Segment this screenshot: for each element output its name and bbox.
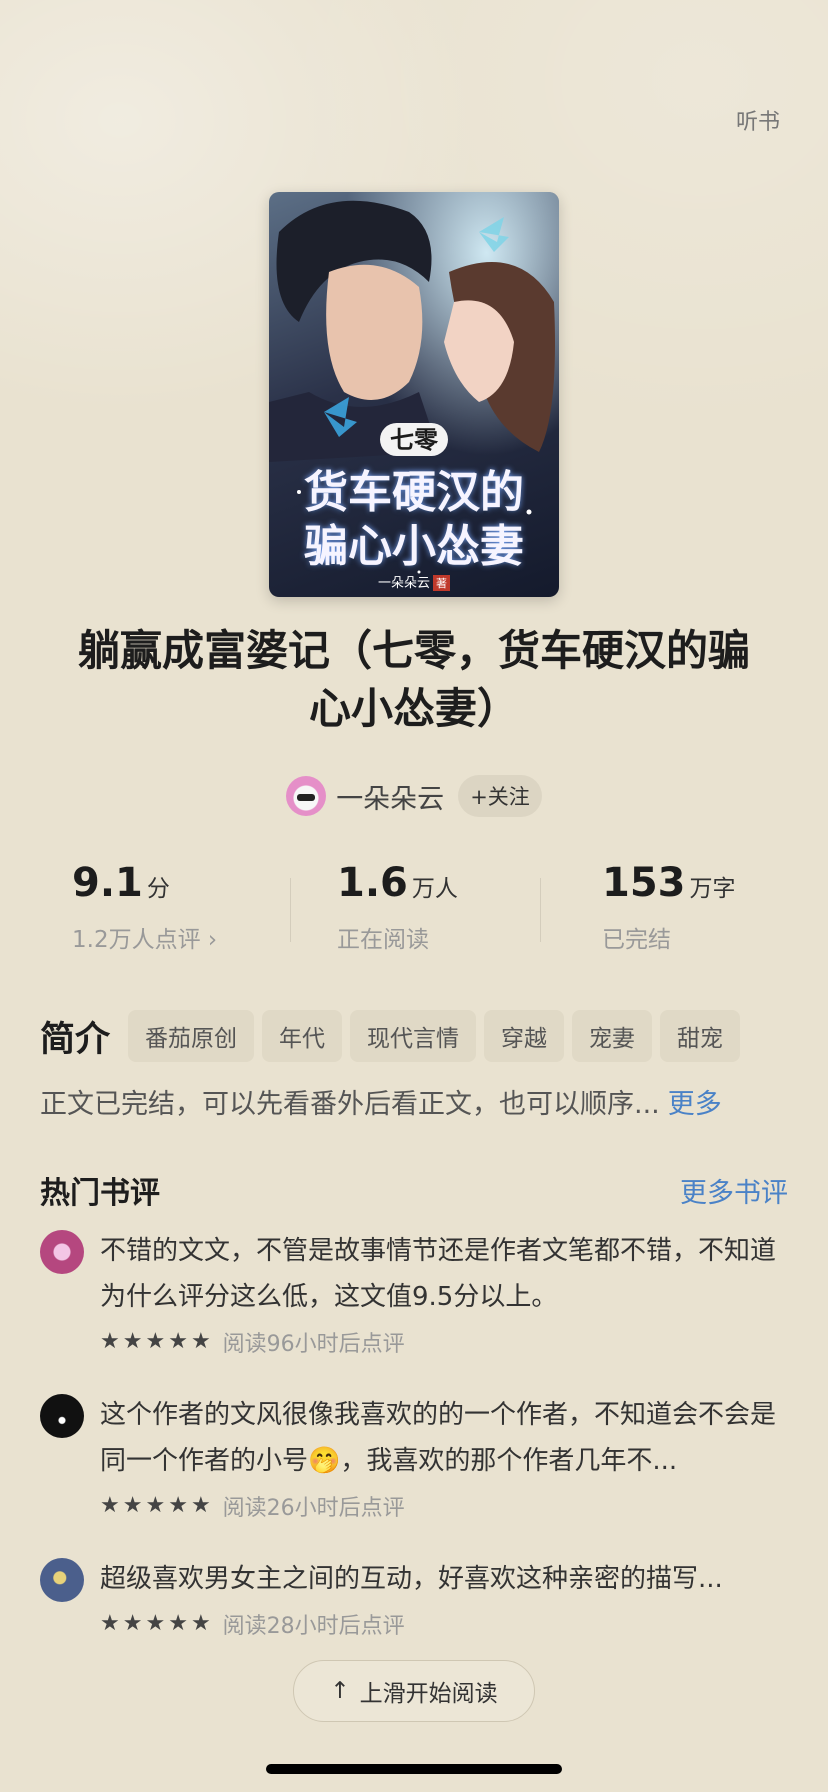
start-reading-button[interactable]: ↑ 上滑开始阅读 [293, 1660, 535, 1722]
stat-readers: 1.6 万人 正在阅读 [337, 860, 458, 954]
star-icon: ★ [122, 1329, 143, 1354]
review-text: 不错的文文，不管是故事情节还是作者文笔都不错，不知道为什么评分这么低，这文值9.… [100, 1236, 777, 1312]
more-reviews-link[interactable]: 更多书评 [680, 1171, 788, 1210]
divider [290, 878, 291, 942]
reviews-title: 热门书评 [40, 1176, 160, 1211]
intro-more-link[interactable]: 更多 [668, 1089, 722, 1120]
author-avatar[interactable] [286, 776, 327, 816]
listen-button[interactable]: 听书 [736, 104, 780, 136]
tag-chip[interactable]: 番茄原创 [128, 1010, 255, 1062]
star-icon: ★ [100, 1329, 120, 1354]
readers-value: 1.6 [337, 860, 408, 906]
avatar[interactable] [40, 1394, 84, 1438]
tag-chip[interactable]: 宠妻 [572, 1010, 653, 1062]
star-icon: ★ [145, 1329, 166, 1354]
book-title: 躺赢成富婆记（七零，货车硬汉的骗心小怂妻） [77, 626, 750, 733]
author-name[interactable]: 一朵朵云 [336, 777, 444, 816]
follow-button[interactable]: +关注 [458, 775, 542, 817]
score-sub: 1.2万人点评 › [72, 927, 218, 953]
start-reading-label: 上滑开始阅读 [359, 1681, 498, 1707]
tag-chip[interactable]: 现代言情 [350, 1010, 477, 1062]
star-icon: ★ [190, 1611, 211, 1636]
words-unit: 万字 [689, 876, 736, 902]
cover-title-line2: 骗心小怂妻 [304, 521, 524, 572]
book-cover[interactable]: 七零 货车硬汉的 骗心小怂妻 一朵朵云著 [269, 192, 559, 597]
review-text: 超级喜欢男女主之间的互动，好喜欢这种亲密的描写... [100, 1564, 723, 1594]
rating-stars: ★ ★ ★ ★ ★ [100, 1613, 211, 1635]
score-value: 9.1 [72, 860, 143, 906]
avatar[interactable] [40, 1230, 84, 1274]
reviews-header: 热门书评 更多书评 [40, 1168, 788, 1212]
review-text: 这个作者的文风很像我喜欢的的一个作者，不知道会不会是同一个作者的小号🤭，我喜欢的… [100, 1400, 777, 1476]
author-row: 一朵朵云 +关注 [0, 774, 828, 818]
star-icon: ★ [100, 1493, 120, 1518]
star-icon: ★ [190, 1493, 211, 1518]
home-indicator[interactable] [266, 1764, 562, 1774]
words-value: 153 [602, 860, 686, 906]
stats-row: 9.1 分 1.2万人点评 › 1.6 万人 正在阅读 153 万字 已完结 [0, 860, 828, 970]
review-meta: 阅读28小时后点评 [222, 1614, 405, 1639]
review-meta: 阅读26小时后点评 [222, 1496, 405, 1521]
intro-heading: 简介 [40, 1019, 111, 1060]
star-icon: ★ [190, 1329, 211, 1354]
tag-chip[interactable]: 甜宠 [660, 1010, 741, 1062]
star-icon: ★ [100, 1611, 120, 1636]
intro-summary[interactable]: 正文已完结，可以先看番外后看正文，也可以顺序... 更多 [40, 1082, 800, 1121]
star-icon: ★ [168, 1611, 188, 1636]
review-meta: 阅读96小时后点评 [222, 1332, 405, 1357]
divider [540, 878, 541, 942]
rating-stars: ★ ★ ★ ★ ★ [100, 1331, 211, 1353]
score-unit: 分 [146, 876, 170, 902]
stat-score[interactable]: 9.1 分 1.2万人点评 › [72, 860, 217, 954]
tag-chip[interactable]: 年代 [262, 1010, 343, 1062]
intro-text: 正文已完结，可以先看番外后看正文，也可以顺序... [40, 1089, 660, 1120]
readers-unit: 万人 [411, 876, 458, 902]
words-sub: 已完结 [602, 927, 671, 953]
cover-author: 一朵朵云著 [269, 572, 559, 591]
intro-row: 简介 番茄原创 年代 现代言情 穿越 宠妻 甜宠 [40, 1010, 741, 1062]
star-icon: ★ [145, 1493, 166, 1518]
star-icon: ★ [168, 1329, 188, 1354]
tag-chip[interactable]: 穿越 [484, 1010, 565, 1062]
readers-sub: 正在阅读 [337, 927, 429, 953]
avatar[interactable] [40, 1558, 84, 1602]
star-icon: ★ [122, 1611, 143, 1636]
cover-badge: 七零 [269, 420, 559, 456]
arrow-up-icon: ↑ [330, 1678, 350, 1704]
star-icon: ★ [145, 1611, 166, 1636]
stat-words: 153 万字 已完结 [602, 860, 736, 954]
star-icon: ★ [168, 1493, 188, 1518]
rating-stars: ★ ★ ★ ★ ★ [100, 1495, 211, 1517]
star-icon: ★ [122, 1493, 143, 1518]
